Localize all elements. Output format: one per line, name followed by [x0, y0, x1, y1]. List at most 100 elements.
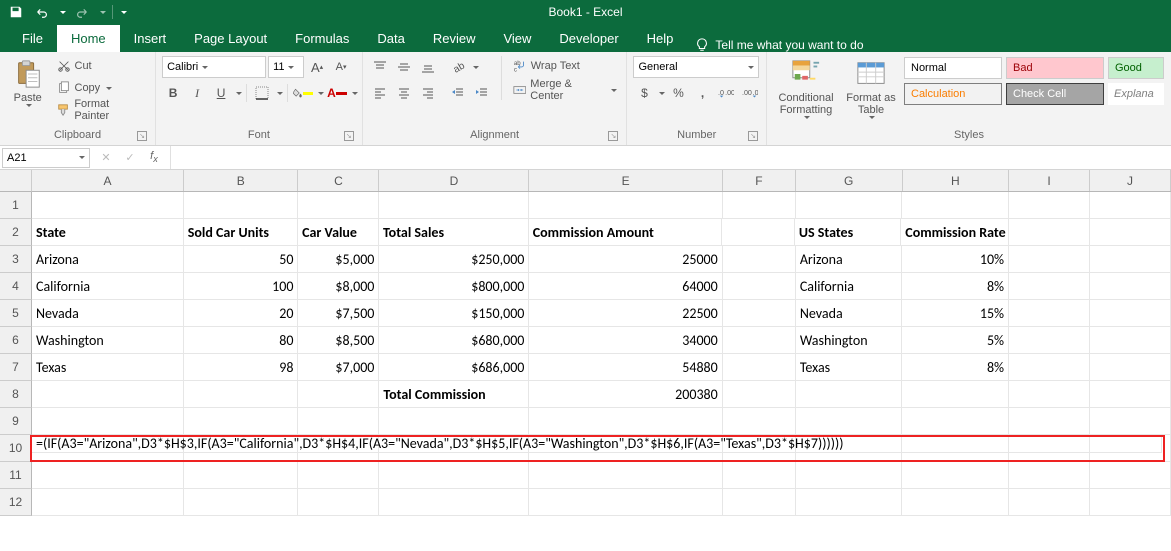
row-header[interactable]: 4 — [0, 273, 32, 300]
cell[interactable]: $680,000 — [379, 327, 529, 354]
cut-button[interactable]: Cut — [54, 56, 150, 76]
cell[interactable]: Total Commission — [379, 381, 529, 408]
style-normal[interactable]: Normal — [904, 57, 1002, 79]
row-header[interactable]: 3 — [0, 246, 32, 273]
percent-format-icon[interactable]: % — [667, 82, 689, 104]
tab-view[interactable]: View — [489, 25, 545, 52]
tab-review[interactable]: Review — [419, 25, 490, 52]
tab-page-layout[interactable]: Page Layout — [180, 25, 281, 52]
col-header[interactable]: J — [1090, 170, 1171, 191]
cell[interactable]: $8,000 — [298, 273, 379, 300]
cell[interactable]: 5% — [902, 327, 1009, 354]
cell[interactable]: 200380 — [529, 381, 722, 408]
copy-button[interactable]: Copy — [54, 78, 150, 98]
cell[interactable]: Texas — [32, 354, 184, 381]
select-all-corner[interactable] — [0, 170, 32, 192]
cell[interactable]: Washington — [796, 327, 903, 354]
decrease-font-icon[interactable]: A▾ — [330, 56, 352, 78]
cell[interactable]: $150,000 — [379, 300, 529, 327]
cell[interactable]: $800,000 — [379, 273, 529, 300]
clipboard-launcher[interactable]: ↘ — [137, 131, 147, 141]
align-bottom-icon[interactable] — [417, 56, 439, 78]
align-right-icon[interactable] — [417, 82, 439, 104]
style-explanatory[interactable]: Explana — [1108, 83, 1164, 105]
cell[interactable]: $8,500 — [298, 327, 379, 354]
decrease-decimal-icon[interactable]: .00.0 — [739, 82, 761, 104]
fill-color-icon[interactable] — [292, 82, 314, 104]
tab-insert[interactable]: Insert — [120, 25, 181, 52]
align-left-icon[interactable] — [369, 82, 391, 104]
cell[interactable]: $7,500 — [298, 300, 379, 327]
cells-area[interactable]: State Sold Car Units Car Value Total Sal… — [32, 192, 1171, 551]
paste-button[interactable]: Paste — [6, 56, 50, 109]
cell[interactable]: Commission Amount — [529, 219, 722, 246]
cell[interactable]: 100 — [184, 273, 298, 300]
tell-me[interactable]: Tell me what you want to do — [687, 38, 871, 52]
cell[interactable]: $686,000 — [379, 354, 529, 381]
style-bad[interactable]: Bad — [1006, 57, 1104, 79]
bold-button[interactable]: B — [162, 82, 184, 104]
cell[interactable]: 64000 — [529, 273, 722, 300]
number-launcher[interactable]: ↘ — [748, 131, 758, 141]
orientation-icon[interactable]: ab — [447, 56, 469, 78]
font-name-select[interactable]: Calibri — [162, 56, 266, 78]
cell[interactable]: Arizona — [796, 246, 903, 273]
number-format-select[interactable]: General — [633, 56, 759, 78]
cell[interactable]: Nevada — [796, 300, 903, 327]
col-header[interactable]: E — [529, 170, 722, 191]
cell[interactable]: Sold Car Units — [184, 219, 298, 246]
align-top-icon[interactable] — [369, 56, 391, 78]
cell[interactable]: Washington — [32, 327, 184, 354]
cell[interactable]: 34000 — [529, 327, 722, 354]
col-header[interactable]: D — [379, 170, 529, 191]
cell[interactable]: 8% — [902, 354, 1009, 381]
increase-font-icon[interactable]: A▴ — [306, 56, 328, 78]
align-middle-icon[interactable] — [393, 56, 415, 78]
font-color-icon[interactable]: A — [326, 82, 348, 104]
underline-button[interactable]: U — [210, 82, 232, 104]
cell[interactable]: US States — [795, 219, 901, 246]
cell[interactable]: 25000 — [529, 246, 722, 273]
col-header[interactable]: F — [723, 170, 796, 191]
cell[interactable]: 8% — [902, 273, 1009, 300]
cancel-formula-icon[interactable]: ✕ — [98, 151, 114, 164]
col-header[interactable]: A — [32, 170, 184, 191]
row-header[interactable]: 1 — [0, 192, 32, 219]
cell[interactable]: 20 — [184, 300, 298, 327]
cell[interactable]: Texas — [796, 354, 903, 381]
cell[interactable]: State — [32, 219, 184, 246]
cell[interactable]: 54880 — [529, 354, 722, 381]
borders-icon[interactable] — [251, 82, 273, 104]
redo-icon[interactable] — [72, 2, 92, 22]
name-box[interactable]: A21 — [2, 148, 90, 168]
format-painter-button[interactable]: Format Painter — [54, 100, 150, 120]
row-header[interactable]: 7 — [0, 354, 32, 381]
col-header[interactable]: I — [1009, 170, 1090, 191]
row-header[interactable]: 8 — [0, 381, 32, 408]
row-header[interactable]: 6 — [0, 327, 32, 354]
row-header[interactable]: 5 — [0, 300, 32, 327]
font-size-select[interactable]: 11 — [268, 56, 304, 78]
cell[interactable]: Nevada — [32, 300, 184, 327]
cell[interactable]: Total Sales — [379, 219, 529, 246]
cell[interactable]: Arizona — [32, 246, 184, 273]
comma-format-icon[interactable]: , — [691, 82, 713, 104]
cell[interactable] — [722, 219, 795, 246]
style-check-cell[interactable]: Check Cell — [1006, 83, 1104, 105]
row-header[interactable]: 9 — [0, 408, 32, 435]
style-good[interactable]: Good — [1108, 57, 1164, 79]
increase-decimal-icon[interactable]: .0.00 — [715, 82, 737, 104]
decrease-indent-icon[interactable] — [447, 82, 469, 104]
alignment-launcher[interactable]: ↘ — [608, 131, 618, 141]
conditional-formatting-button[interactable]: Conditional Formatting — [773, 56, 839, 121]
merge-center-button[interactable]: Merge & Center — [510, 80, 621, 100]
col-header[interactable]: B — [184, 170, 298, 191]
row-header[interactable]: 2 — [0, 219, 32, 246]
cell-formula[interactable]: =(IF(A3="Arizona",D3*$H$3,IF(A3="Califor… — [32, 435, 1162, 453]
cell[interactable]: California — [32, 273, 184, 300]
increase-indent-icon[interactable] — [471, 82, 493, 104]
undo-icon[interactable] — [32, 2, 52, 22]
row-header[interactable]: 10 — [0, 435, 32, 462]
col-header[interactable]: G — [796, 170, 903, 191]
cell[interactable]: Car Value — [298, 219, 379, 246]
